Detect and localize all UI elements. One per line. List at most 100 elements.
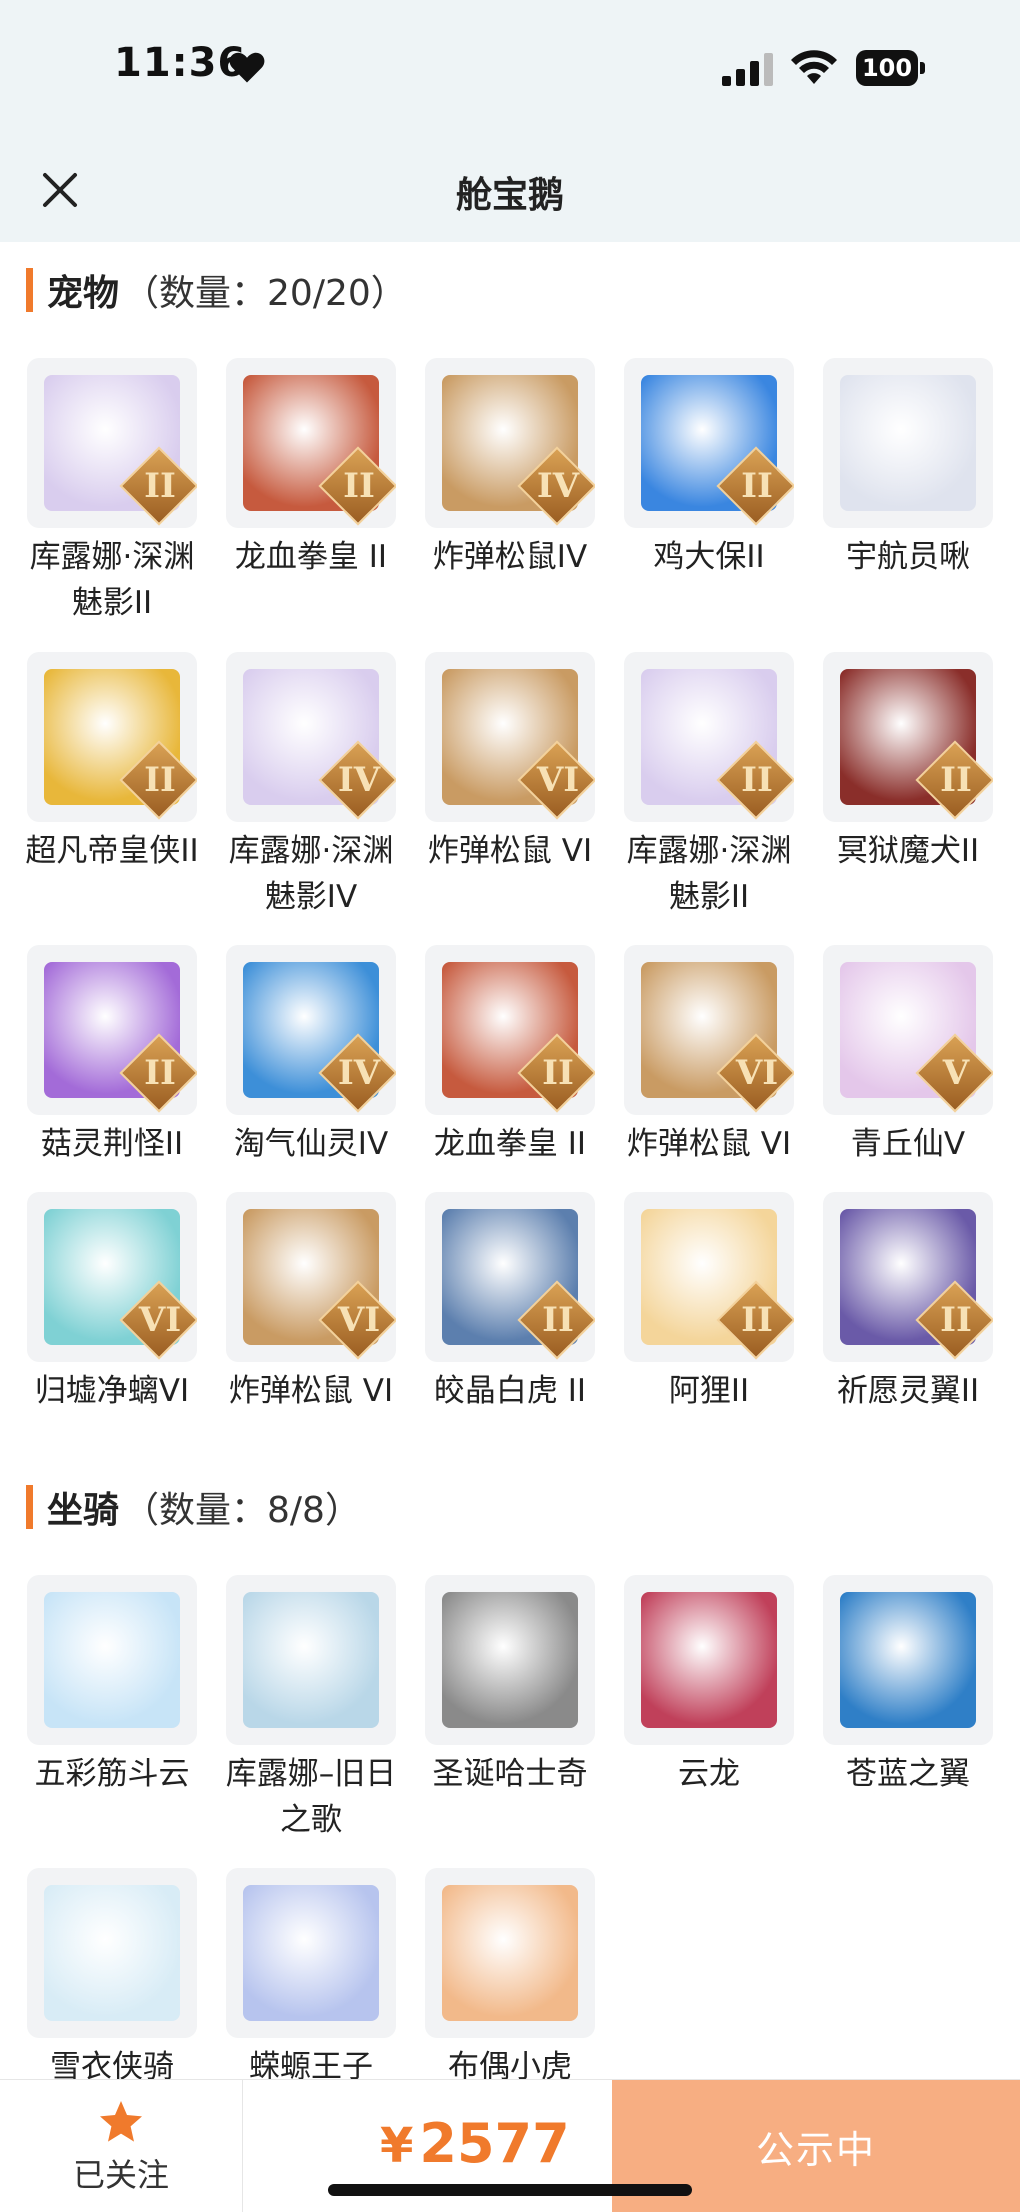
mount-image (44, 1885, 180, 2021)
pet-card[interactable]: VI 炸弹松鼠 VI (619, 945, 799, 1167)
mount-image (243, 1592, 379, 1728)
mount-image (44, 1592, 180, 1728)
pet-thumbnail: V (823, 945, 993, 1115)
mount-card[interactable]: 蝾螈王子 (221, 1868, 401, 2090)
pet-card[interactable]: II 库露娜·深渊魅影II (619, 652, 799, 920)
mount-name: 圣诞哈士奇 (432, 1756, 588, 1792)
pet-card[interactable]: II 库露娜·深渊魅影II (22, 358, 202, 626)
pet-name: 鸡大保II (653, 539, 765, 575)
pet-name: 宇航员啾 (846, 539, 970, 575)
currency-symbol: ¥ (380, 2118, 414, 2174)
mount-card[interactable]: 圣诞哈士奇 (420, 1575, 600, 1797)
pets-section-title: 宠物 （数量：20/20） (26, 265, 407, 315)
signal-icon (722, 53, 773, 86)
pet-name: 超凡帝皇侠II (25, 833, 199, 869)
mount-thumbnail (425, 1575, 595, 1745)
mount-thumbnail (226, 1868, 396, 2038)
tier-label: VI (138, 1300, 182, 1340)
pet-card[interactable]: II 祈愿灵翼II (818, 1192, 998, 1414)
mounts-section-title: 坐骑 （数量：8/8） (26, 1482, 361, 1532)
pet-card[interactable]: II 龙血拳皇 II (420, 945, 600, 1167)
pet-thumbnail: VI (425, 652, 595, 822)
tier-label: II (542, 1300, 574, 1340)
pet-thumbnail: IV (425, 358, 595, 528)
pet-card[interactable]: IV 炸弹松鼠IV (420, 358, 600, 580)
mount-card[interactable]: 雪衣侠骑 (22, 1868, 202, 2090)
pet-card[interactable]: IV 淘气仙灵IV (221, 945, 401, 1167)
mount-image (840, 1592, 976, 1728)
pet-name: 阿狸II (668, 1373, 750, 1409)
pet-thumbnail: VI (27, 1192, 197, 1362)
pet-card[interactable]: VI 炸弹松鼠 VI (221, 1192, 401, 1414)
pet-card[interactable]: II 冥狱魔犬II (818, 652, 998, 874)
follow-button[interactable]: 已关注 (0, 2080, 243, 2212)
pet-thumbnail: II (624, 358, 794, 528)
pet-name: 菇灵荆怪II (40, 1126, 184, 1162)
tier-label: IV (337, 760, 381, 800)
mount-card[interactable]: 布偶小虎 (420, 1868, 600, 2090)
pet-card[interactable]: II 阿狸II (619, 1192, 799, 1414)
pet-name: 归墟净螭VI (34, 1373, 190, 1409)
mount-thumbnail (425, 1868, 595, 2038)
tier-label: II (741, 1300, 773, 1340)
mount-name: 库露娜–旧日之歌 (225, 1756, 397, 1838)
tier-label: IV (337, 1053, 381, 1093)
mount-thumbnail (823, 1575, 993, 1745)
pet-name: 龙血拳皇 II (234, 539, 388, 575)
status-time: 11:36 (114, 40, 247, 86)
pet-card[interactable]: V 青丘仙V (818, 945, 998, 1167)
mount-card[interactable]: 云龙 (619, 1575, 799, 1797)
pets-count: （数量：20/20） (123, 273, 407, 314)
pet-name: 青丘仙V (850, 1126, 966, 1162)
home-indicator (328, 2184, 692, 2196)
pet-name: 炸弹松鼠 VI (228, 1373, 394, 1409)
mount-thumbnail (27, 1575, 197, 1745)
pet-name: 淘气仙灵IV (233, 1126, 389, 1162)
mount-image (243, 1885, 379, 2021)
mount-thumbnail (624, 1575, 794, 1745)
pet-card[interactable]: II 龙血拳皇 II (221, 358, 401, 580)
pet-card[interactable]: VI 炸弹松鼠 VI (420, 652, 600, 874)
pet-card[interactable]: VI 归墟净螭VI (22, 1192, 202, 1414)
pet-thumbnail: II (425, 1192, 595, 1362)
mount-name: 云龙 (678, 1756, 740, 1792)
mount-image (442, 1592, 578, 1728)
tier-label: II (940, 760, 972, 800)
follow-label: 已关注 (72, 2156, 169, 2194)
mount-image (641, 1592, 777, 1728)
pet-name: 炸弹松鼠 VI (427, 833, 593, 869)
tier-label: II (542, 1053, 574, 1093)
mount-card[interactable]: 五彩筋斗云 (22, 1575, 202, 1797)
pet-thumbnail: II (823, 652, 993, 822)
pet-card[interactable]: IV 库露娜·深渊魅影IV (221, 652, 401, 920)
pet-name: 库露娜·深渊魅影II (626, 833, 792, 915)
mount-thumbnail (27, 1868, 197, 2038)
mount-image (442, 1885, 578, 2021)
pet-card[interactable]: II 皎晶白虎 II (420, 1192, 600, 1414)
pet-thumbnail: VI (624, 945, 794, 1115)
pet-image (840, 375, 976, 511)
section-accent-bar (26, 1485, 33, 1529)
pet-name: 祈愿灵翼II (836, 1373, 980, 1409)
mount-card[interactable]: 苍蓝之翼 (818, 1575, 998, 1797)
tier-label: IV (536, 466, 580, 506)
pet-card[interactable]: II 鸡大保II (619, 358, 799, 580)
mount-card[interactable]: 库露娜–旧日之歌 (221, 1575, 401, 1843)
pet-card[interactable]: II 超凡帝皇侠II (22, 652, 202, 874)
tier-label: VI (735, 1053, 779, 1093)
pet-name: 冥狱魔犬II (836, 833, 980, 869)
pet-name: 炸弹松鼠IV (432, 539, 588, 575)
heart-icon (229, 52, 265, 83)
pet-thumbnail: II (27, 652, 197, 822)
pet-card[interactable]: II 菇灵荆怪II (22, 945, 202, 1167)
pet-name: 皎晶白虎 II (433, 1373, 587, 1409)
pet-thumbnail (823, 358, 993, 528)
tier-label: II (741, 760, 773, 800)
mount-thumbnail (226, 1575, 396, 1745)
tier-label: VI (536, 760, 580, 800)
pet-thumbnail: II (624, 652, 794, 822)
pet-thumbnail: VI (226, 1192, 396, 1362)
pet-card[interactable]: 宇航员啾 (818, 358, 998, 580)
tier-label: VI (337, 1300, 381, 1340)
battery-tip (920, 62, 925, 74)
